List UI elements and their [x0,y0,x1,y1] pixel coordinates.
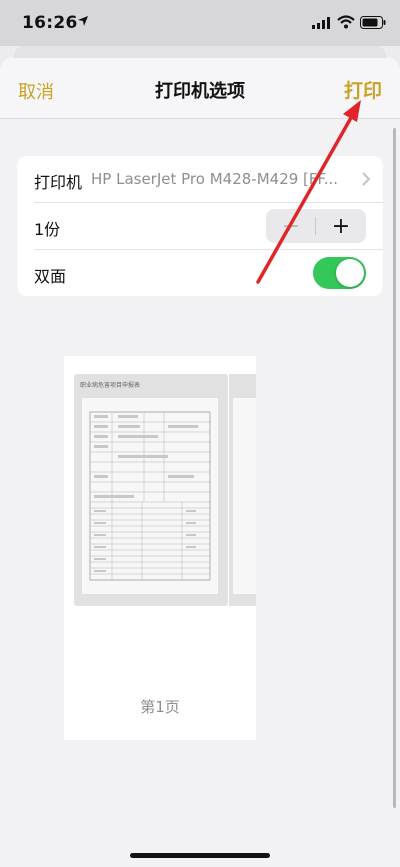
location-arrow-icon [78,16,88,26]
status-bar: 16:26 [0,0,400,46]
copies-label: 1份 [34,220,61,239]
signal-icon [312,17,330,29]
home-indicator[interactable] [130,853,270,858]
wifi-icon [337,15,355,29]
copies-row: 1份 − + [17,203,383,249]
print-preview: 职业病危害项目申报表 第1页 [64,356,256,740]
document-title: 职业病危害项目申报表 [80,382,141,389]
document-page [233,398,256,594]
copies-stepper: − + [266,209,366,243]
document-page [82,398,218,594]
printer-row[interactable]: 打印机 HP LaserJet Pro M428-M429 [FF... [17,156,383,202]
page-number-label: 第1页 [140,698,180,716]
page-thumbnail-next[interactable] [229,374,256,606]
printer-value: HP LaserJet Pro M428-M429 [FF... [91,170,339,188]
increment-button[interactable]: + [316,209,366,243]
nav-bar: 取消 打印机选项 打印 [0,58,400,119]
duplex-label: 双面 [34,267,67,286]
printer-label: 打印机 [34,173,83,192]
toggle-knob [336,259,364,287]
options-card: 打印机 HP LaserJet Pro M428-M429 [FF... 1份 … [17,156,383,296]
duplex-row: 双面 [17,250,383,296]
battery-icon [360,16,386,29]
plus-icon: + [331,213,351,239]
minus-icon: − [281,213,301,239]
decrement-button[interactable]: − [266,209,316,243]
duplex-toggle[interactable] [313,257,366,289]
page-title: 打印机选项 [155,81,245,102]
print-button[interactable]: 打印 [344,76,382,103]
scroll-indicator[interactable] [393,128,396,808]
chevron-right-icon [362,172,371,186]
status-time: 16:26 [22,13,78,33]
document-form-graphic [89,411,211,581]
page-thumbnail[interactable]: 职业病危害项目申报表 [74,374,228,606]
